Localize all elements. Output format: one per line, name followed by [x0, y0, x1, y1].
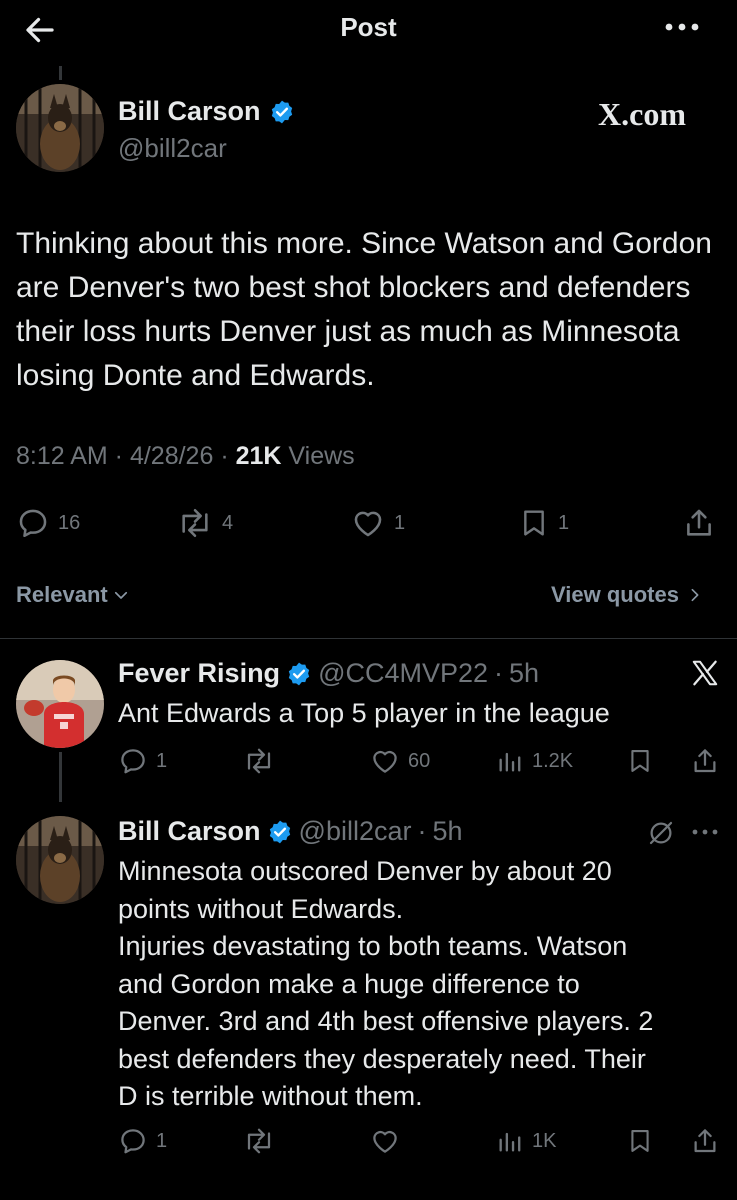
verified-badge-icon: [286, 661, 312, 687]
bar-chart-icon: [499, 752, 521, 772]
divider: [0, 638, 737, 639]
like-button[interactable]: [370, 1126, 400, 1156]
bookmark-count: 1: [558, 511, 570, 534]
reply-icon: [121, 749, 145, 774]
views-button[interactable]: 1.2K: [496, 746, 573, 776]
more-options-icon[interactable]: [660, 12, 704, 42]
views-button[interactable]: 1K: [496, 1126, 556, 1156]
more-options-icon[interactable]: [690, 820, 720, 844]
heart-icon: [373, 1130, 397, 1153]
author-name[interactable]: Bill Carson: [118, 96, 261, 127]
reply-text-line: Minnesota outscored Denver by about 20: [118, 856, 612, 886]
verified-badge-icon: [269, 99, 295, 125]
chevron-right-icon: [691, 588, 699, 602]
bookmark-button[interactable]: [626, 1126, 654, 1156]
reply-text-line: and Gordon make a huge difference to: [118, 968, 580, 999]
bookmark-button[interactable]: 1: [518, 506, 569, 540]
reply-text-line: Injuries devastating to both teams. Wats…: [118, 931, 628, 961]
bookmark-button[interactable]: [626, 746, 654, 776]
repost-button[interactable]: [242, 1126, 276, 1156]
reply-count: 16: [58, 511, 81, 534]
thread-connector-line: [59, 752, 62, 802]
reply-text: Minnesota outscored Denver by about 20 p…: [118, 853, 730, 1116]
post-meta: 8:12 AM · 4/28/26 · 21K Views: [16, 442, 355, 471]
reply-header: Fever Rising @CC4MVP22 · 5h: [118, 658, 539, 689]
reply-button[interactable]: 16: [16, 506, 80, 540]
share-button[interactable]: [690, 745, 720, 777]
bookmark-icon: [631, 1130, 649, 1152]
repost-button[interactable]: [242, 746, 276, 776]
sort-label: Relevant: [16, 582, 108, 607]
post-time[interactable]: 8:12 AM: [16, 442, 108, 471]
reply-icon: [19, 509, 47, 538]
avatar[interactable]: [16, 660, 104, 748]
x-logo-icon: [690, 658, 720, 688]
repost-button[interactable]: 4: [176, 506, 233, 540]
heart-icon: [354, 511, 382, 537]
thread-connector-line: [59, 66, 62, 80]
repost-count: 4: [222, 511, 234, 534]
views-label: Views: [288, 442, 355, 470]
reply-author-handle[interactable]: @CC4MVP22: [318, 658, 488, 689]
author-handle[interactable]: @bill2car: [118, 133, 227, 164]
like-count: 60: [408, 749, 431, 772]
post-text: Thinking about this more. Since Watson a…: [16, 227, 712, 392]
reply-count: 1: [156, 1129, 168, 1152]
views-count: 21K: [235, 442, 282, 470]
reply-text-line: Denver. 3rd and 4th best offensive playe…: [118, 1006, 654, 1036]
sort-dropdown[interactable]: Relevant: [16, 582, 130, 608]
reply-text-line: points without Edwards.: [118, 893, 404, 924]
reply-button[interactable]: 1: [118, 746, 167, 776]
meta-separator: ·: [417, 816, 427, 846]
like-button[interactable]: 60: [370, 746, 430, 776]
reply-text-line: best defenders they desperately need. Th…: [118, 1043, 646, 1074]
page-title: Post: [340, 12, 397, 42]
share-icon: [694, 749, 716, 773]
bookmark-icon: [631, 750, 649, 772]
view-quotes-link[interactable]: View quotes: [551, 582, 703, 608]
like-count: 1: [394, 511, 406, 534]
heart-icon: [373, 750, 397, 773]
views-count: 1K: [532, 1129, 557, 1152]
verified-badge-icon: [267, 819, 293, 845]
reply-author-name[interactable]: Fever Rising: [118, 658, 280, 689]
grok-icon[interactable]: [646, 818, 676, 848]
like-button[interactable]: 1: [350, 506, 405, 540]
share-icon: [687, 509, 711, 536]
views-spacer: [281, 442, 288, 471]
reply-author-name[interactable]: Bill Carson: [118, 816, 261, 847]
brand-watermark: X.com: [598, 96, 686, 132]
avatar[interactable]: [16, 816, 104, 904]
share-button[interactable]: [682, 505, 716, 541]
bar-chart-icon: [499, 1132, 521, 1152]
reply-button[interactable]: 1: [118, 1126, 167, 1156]
view-quotes-label: View quotes: [551, 582, 679, 607]
meta-separator: ·: [107, 442, 130, 470]
author-name-row: Bill Carson: [118, 96, 295, 127]
repost-icon: [247, 748, 271, 774]
bookmark-icon: [524, 510, 544, 536]
reply-icon: [121, 1129, 145, 1154]
meta-separator: ·: [213, 442, 236, 470]
reply-count: 1: [156, 749, 168, 772]
repost-icon: [182, 508, 208, 538]
share-icon: [694, 1129, 716, 1153]
post-date[interactable]: 4/28/26: [130, 442, 213, 471]
reply-age[interactable]: 5h: [432, 816, 462, 847]
reply-header: Bill Carson @bill2car · 5h: [118, 816, 463, 847]
reply-text: Ant Edwards a Top 5 player in the league: [118, 698, 610, 728]
reply-text-line: D is terrible without them.: [118, 1081, 423, 1111]
reply-age[interactable]: 5h: [509, 658, 539, 689]
meta-separator: ·: [494, 658, 504, 688]
views-count: 1.2K: [532, 749, 574, 772]
share-button[interactable]: [690, 1125, 720, 1157]
repost-icon: [247, 1128, 271, 1154]
chevron-down-icon: [114, 591, 127, 599]
avatar[interactable]: [16, 84, 104, 172]
reply-author-handle[interactable]: @bill2car: [299, 816, 412, 847]
